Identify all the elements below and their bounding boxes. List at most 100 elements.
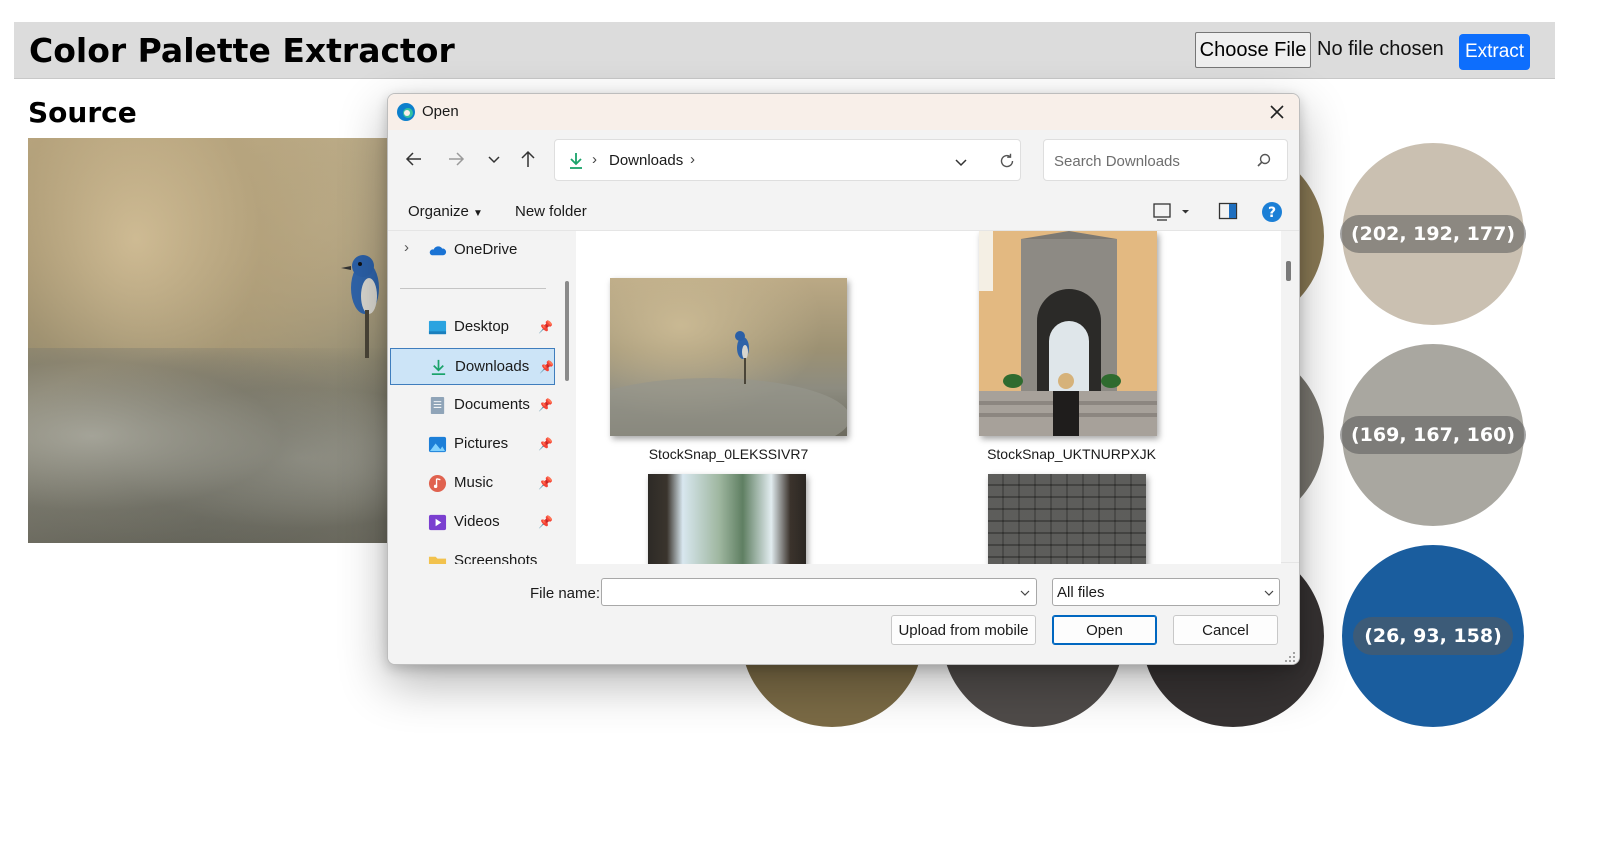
file-status-text: No file chosen [1317, 38, 1444, 60]
organize-button[interactable]: Organize ▼ [408, 203, 483, 220]
help-icon[interactable]: ? [1261, 201, 1283, 223]
pictures-icon [428, 436, 447, 453]
up-arrow-icon[interactable] [517, 148, 539, 170]
nav-item-documents[interactable]: Documents 📌 [390, 387, 555, 424]
choose-file-button[interactable]: Choose File [1195, 32, 1311, 68]
nav-item-desktop[interactable]: Desktop 📌 [390, 309, 555, 346]
search-box[interactable] [1043, 139, 1288, 181]
chevron-down-icon[interactable] [953, 154, 969, 170]
close-icon[interactable] [1265, 100, 1289, 124]
nav-divider [400, 288, 546, 289]
nav-item-pictures[interactable]: Pictures 📌 [390, 426, 555, 463]
nav-item-downloads[interactable]: Downloads 📌 [390, 348, 555, 385]
source-image [28, 138, 388, 543]
files-pane: StockSnap_0LEKSSIVR7 StockSnap_UKTNURPXJ… [576, 231, 1281, 564]
resize-grip-icon[interactable] [1284, 651, 1296, 663]
pin-icon: 📌 [538, 398, 553, 412]
chevron-down-icon[interactable] [1263, 587, 1275, 599]
dialog-footer: File name: All files Upload from mobile … [388, 564, 1299, 664]
color-swatch: (26, 93, 158) [1342, 545, 1524, 727]
nav-item-label: Pictures [454, 435, 509, 452]
files-scrollbar[interactable] [1286, 261, 1291, 281]
nav-item-videos[interactable]: Videos 📌 [390, 504, 555, 541]
new-folder-button[interactable]: New folder [515, 203, 587, 220]
pin-icon: 📌 [538, 437, 553, 451]
file-thumbnail[interactable] [988, 474, 1146, 564]
nav-item-music[interactable]: Music 📌 [390, 465, 555, 502]
organize-label: Organize [408, 203, 469, 220]
desktop-icon [428, 320, 447, 335]
svg-text:?: ? [1268, 205, 1276, 221]
swatch-rgb-label: (26, 93, 158) [1353, 617, 1513, 655]
pin-icon: 📌 [539, 360, 554, 374]
cancel-button[interactable]: Cancel [1173, 615, 1278, 645]
chevron-down-icon[interactable] [1019, 587, 1031, 599]
source-heading: Source [28, 96, 137, 129]
color-swatch: (169, 167, 160) [1340, 344, 1527, 526]
photo-bush [28, 348, 388, 543]
edge-icon [397, 103, 415, 121]
pin-icon: 📌 [538, 320, 553, 334]
dialog-navbar: › Downloads › [388, 130, 1299, 186]
open-button[interactable]: Open [1052, 615, 1157, 645]
nav-item-label: Screenshots [454, 552, 538, 564]
dialog-body: › OneDrive Desktop 📌 Downloads 📌 Documen… [388, 230, 1299, 564]
search-icon[interactable] [1255, 152, 1273, 170]
breadcrumb-downloads[interactable]: Downloads [609, 152, 683, 169]
file-name-label[interactable]: StockSnap_0LEKSSIVR7 [610, 446, 847, 462]
file-thumbnail[interactable] [979, 231, 1157, 436]
file-type-value: All files [1057, 584, 1105, 601]
dialog-titlebar[interactable]: Open [388, 94, 1299, 130]
navigation-pane: › OneDrive Desktop 📌 Downloads 📌 Documen… [388, 231, 576, 564]
caret-down-icon: ▼ [473, 208, 483, 219]
music-icon [428, 474, 447, 493]
nav-item-label: Desktop [454, 318, 510, 335]
file-thumbnail[interactable] [610, 278, 847, 436]
bird-illustration [341, 255, 379, 358]
nav-item-label: Videos [454, 513, 500, 530]
address-bar[interactable]: › Downloads › [554, 139, 1021, 181]
dialog-toolbar: Organize ▼ New folder ? [388, 194, 1299, 230]
refresh-icon[interactable] [998, 152, 1016, 170]
nav-item-label: Downloads [455, 358, 530, 375]
download-icon [570, 153, 582, 169]
extract-button[interactable]: Extract [1459, 34, 1530, 70]
pin-icon: 📌 [538, 515, 553, 529]
breadcrumb-separator-icon: › [592, 151, 597, 168]
file-name-input[interactable] [606, 583, 1006, 601]
bird-illustration [610, 331, 847, 436]
file-name-field[interactable] [601, 578, 1037, 606]
nav-item-label: Documents [454, 396, 530, 413]
swatch-rgb-label: (202, 192, 177) [1340, 215, 1527, 253]
file-name-field-label: File name: [530, 585, 601, 602]
search-input[interactable] [1052, 151, 1252, 171]
upload-from-mobile-button[interactable]: Upload from mobile [891, 615, 1036, 645]
color-swatch: (202, 192, 177) [1340, 143, 1527, 325]
dialog-title: Open [422, 103, 459, 120]
recent-locations-chevron-icon[interactable] [483, 148, 505, 170]
nav-item-label: OneDrive [454, 241, 518, 258]
download-icon [431, 359, 446, 376]
preview-pane-icon[interactable] [1218, 201, 1238, 221]
page-header: Color Palette Extractor Choose File No f… [14, 22, 1555, 79]
forward-arrow-icon[interactable] [445, 148, 467, 170]
nav-item-onedrive[interactable]: › OneDrive [390, 232, 555, 269]
breadcrumb-separator-icon[interactable]: › [690, 151, 695, 168]
building-illustration [979, 231, 1157, 436]
back-arrow-icon[interactable] [403, 148, 425, 170]
nav-item-label: Music [454, 474, 494, 491]
open-file-dialog: Open › Downloads › Search Downloads Orga… [387, 93, 1300, 665]
documents-icon [430, 396, 445, 415]
page-title: Color Palette Extractor [29, 31, 455, 70]
nav-scrollbar[interactable] [565, 281, 569, 381]
folder-icon [428, 556, 447, 564]
view-options-icon[interactable] [1152, 201, 1192, 223]
file-type-select[interactable]: All files [1052, 578, 1280, 606]
expand-chevron-icon[interactable]: › [404, 239, 409, 256]
videos-icon [428, 514, 447, 531]
file-name-label[interactable]: StockSnap_UKTNURPXJK [979, 446, 1164, 462]
file-thumbnail[interactable] [648, 474, 806, 564]
nav-item-screenshots[interactable]: Screenshots [390, 543, 555, 564]
swatch-rgb-label: (169, 167, 160) [1340, 416, 1527, 454]
pin-icon: 📌 [538, 476, 553, 490]
